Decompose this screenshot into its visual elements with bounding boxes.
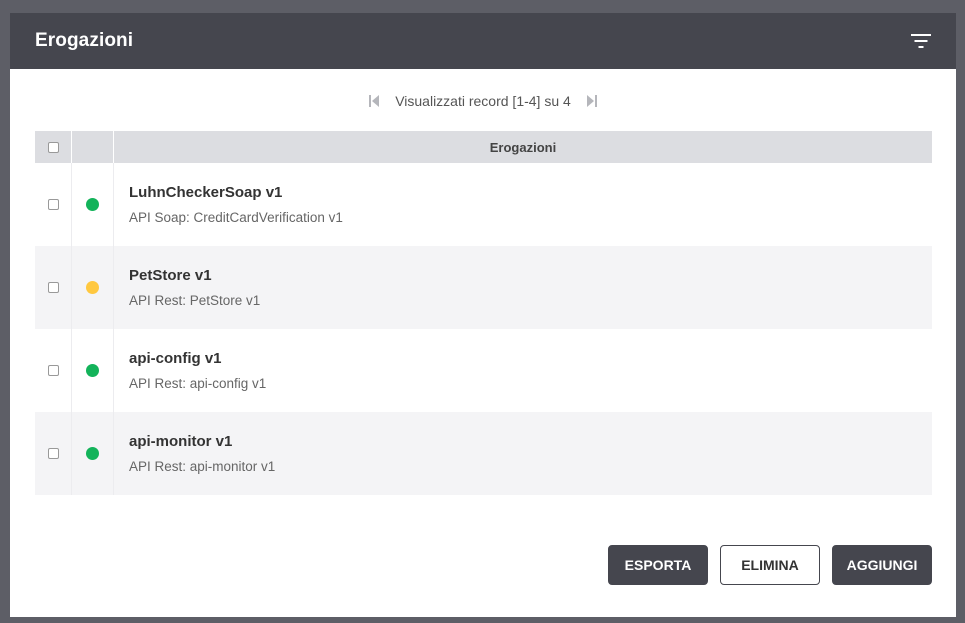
- page-title: Erogazioni: [35, 30, 134, 51]
- row-checkbox[interactable]: [47, 199, 59, 210]
- status-dot: [86, 281, 99, 294]
- table-row[interactable]: api-config v1 API Rest: api-config v1: [35, 329, 932, 412]
- row-subtitle: API Rest: api-monitor v1: [129, 459, 276, 474]
- erogazioni-panel: Erogazioni Visualizzati record [1-4] su …: [10, 13, 956, 617]
- status-column-header: [72, 131, 114, 163]
- status-dot: [86, 364, 99, 377]
- table-header: Erogazioni: [35, 131, 932, 163]
- add-button[interactable]: AGGIUNGI: [832, 545, 932, 585]
- erogazioni-table: Erogazioni LuhnCheckerSoap v1 API Soap: …: [35, 131, 932, 495]
- pagination-text: Visualizzati record [1-4] su 4: [395, 93, 571, 109]
- row-subtitle: API Rest: PetStore v1: [129, 293, 261, 308]
- export-button[interactable]: ESPORTA: [608, 545, 708, 585]
- action-buttons: ESPORTA ELIMINA AGGIUNGI: [608, 545, 932, 585]
- row-subtitle: API Rest: api-config v1: [129, 376, 267, 391]
- filter-icon[interactable]: [910, 30, 932, 52]
- row-checkbox[interactable]: [47, 448, 59, 459]
- row-checkbox[interactable]: [47, 365, 59, 376]
- last-page-icon[interactable]: [585, 94, 599, 108]
- table-row[interactable]: LuhnCheckerSoap v1 API Soap: CreditCardV…: [35, 163, 932, 246]
- row-title[interactable]: api-monitor v1: [129, 433, 232, 450]
- pagination: Visualizzati record [1-4] su 4: [10, 93, 956, 109]
- status-dot: [86, 198, 99, 211]
- status-dot: [86, 447, 99, 460]
- table-row[interactable]: api-monitor v1 API Rest: api-monitor v1: [35, 412, 932, 495]
- row-subtitle: API Soap: CreditCardVerification v1: [129, 210, 343, 225]
- row-checkbox[interactable]: [47, 282, 59, 293]
- row-title[interactable]: api-config v1: [129, 350, 222, 367]
- column-header-erogazioni: Erogazioni: [489, 139, 557, 155]
- first-page-icon[interactable]: [367, 94, 381, 108]
- row-title[interactable]: LuhnCheckerSoap v1: [129, 184, 282, 201]
- delete-button[interactable]: ELIMINA: [720, 545, 820, 585]
- panel-header: Erogazioni: [10, 13, 956, 69]
- table-row[interactable]: PetStore v1 API Rest: PetStore v1: [35, 246, 932, 329]
- row-title[interactable]: PetStore v1: [129, 267, 212, 284]
- select-all-checkbox[interactable]: [47, 141, 59, 153]
